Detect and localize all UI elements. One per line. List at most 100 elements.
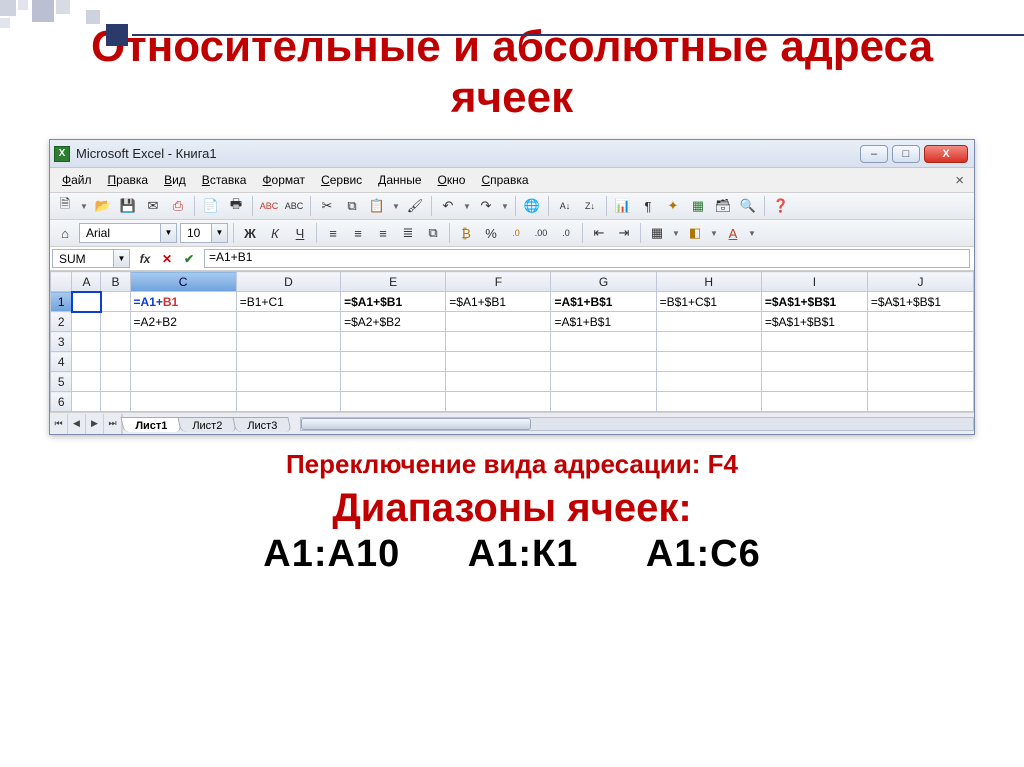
- cell[interactable]: [72, 332, 101, 352]
- increase-indent-icon[interactable]: ⇥: [613, 222, 635, 244]
- cell[interactable]: [656, 372, 761, 392]
- cell[interactable]: [551, 332, 656, 352]
- cell[interactable]: [72, 392, 101, 412]
- cell[interactable]: [761, 352, 867, 372]
- cell[interactable]: [446, 372, 551, 392]
- cell[interactable]: [130, 332, 236, 352]
- cell[interactable]: [551, 352, 656, 372]
- show-nonprinting-icon[interactable]: ¶: [637, 195, 659, 217]
- cell-F1[interactable]: =$A1+$B1: [446, 292, 551, 312]
- menu-help[interactable]: Справка: [473, 171, 536, 189]
- tab-nav-next-icon[interactable]: ▶: [86, 414, 104, 434]
- cell-F2[interactable]: [446, 312, 551, 332]
- cell[interactable]: [101, 352, 130, 372]
- align-left-icon[interactable]: ≡: [322, 222, 344, 244]
- cell[interactable]: [130, 352, 236, 372]
- tab-nav-prev-icon[interactable]: ◀: [68, 414, 86, 434]
- underline-icon[interactable]: Ч: [289, 222, 311, 244]
- cut-icon[interactable]: ✂: [316, 195, 338, 217]
- sheet-tab-1[interactable]: Лист1: [120, 417, 181, 432]
- cell-E1[interactable]: =$A1+$B1: [341, 292, 446, 312]
- cell-E2[interactable]: =$A2+$B2: [341, 312, 446, 332]
- mail-icon[interactable]: ✉: [142, 195, 164, 217]
- cell[interactable]: [656, 332, 761, 352]
- scrollbar-thumb[interactable]: [301, 418, 531, 430]
- cell[interactable]: [761, 372, 867, 392]
- col-header-B[interactable]: B: [101, 272, 130, 292]
- col-header-I[interactable]: I: [761, 272, 867, 292]
- cell[interactable]: [236, 372, 340, 392]
- maximize-button[interactable]: □: [892, 145, 920, 163]
- gallery-icon[interactable]: ▦: [687, 195, 709, 217]
- cell[interactable]: [446, 332, 551, 352]
- open-icon[interactable]: 📂: [92, 195, 114, 217]
- chevron-down-icon[interactable]: ▼: [160, 224, 176, 242]
- cell-D2[interactable]: [236, 312, 340, 332]
- menu-insert[interactable]: Вставка: [194, 171, 255, 189]
- cell-C2[interactable]: =A2+B2: [130, 312, 236, 332]
- cell-B1[interactable]: [101, 292, 130, 312]
- print-icon[interactable]: 🖶: [225, 195, 247, 217]
- spellcheck-abc-icon[interactable]: ABC: [258, 195, 280, 217]
- undo-dropdown-icon[interactable]: ▼: [462, 202, 472, 211]
- row-header-5[interactable]: 5: [51, 372, 72, 392]
- cell[interactable]: [761, 392, 867, 412]
- cell[interactable]: [130, 392, 236, 412]
- new-dropdown-icon[interactable]: ▼: [79, 202, 89, 211]
- cell[interactable]: [341, 352, 446, 372]
- cell[interactable]: [72, 372, 101, 392]
- paste-dropdown-icon[interactable]: ▼: [391, 202, 401, 211]
- cell[interactable]: [867, 332, 973, 352]
- sheet-tab-2[interactable]: Лист2: [178, 417, 237, 432]
- help-icon[interactable]: ❓: [770, 195, 792, 217]
- decimal-format-icon[interactable]: .0: [505, 222, 527, 244]
- menu-file[interactable]: Файл: [54, 171, 100, 189]
- row-header-2[interactable]: 2: [51, 312, 72, 332]
- currency-icon[interactable]: ₿: [455, 222, 477, 244]
- cell[interactable]: [236, 332, 340, 352]
- minimize-button[interactable]: –: [860, 145, 888, 163]
- sort-desc-icon[interactable]: Z↓: [579, 195, 601, 217]
- align-justify-icon[interactable]: ≣: [397, 222, 419, 244]
- cell[interactable]: [867, 392, 973, 412]
- align-right-icon[interactable]: ≡: [372, 222, 394, 244]
- formula-input[interactable]: =A1+B1: [204, 249, 970, 268]
- horizontal-scrollbar[interactable]: [300, 417, 974, 431]
- zoom-icon[interactable]: 🔍: [737, 195, 759, 217]
- borders-dropdown-icon[interactable]: ▼: [671, 229, 681, 238]
- cell-D1[interactable]: =B1+C1: [236, 292, 340, 312]
- font-name-select[interactable]: Arial ▼: [79, 223, 177, 243]
- redo-icon[interactable]: ↷: [475, 195, 497, 217]
- col-header-D[interactable]: D: [236, 272, 340, 292]
- cell[interactable]: [101, 372, 130, 392]
- cell[interactable]: [867, 352, 973, 372]
- cell-J1[interactable]: =$A$1+$B$1: [867, 292, 973, 312]
- undo-icon[interactable]: ↶: [437, 195, 459, 217]
- cell[interactable]: [341, 332, 446, 352]
- col-header-F[interactable]: F: [446, 272, 551, 292]
- name-box[interactable]: SUM ▼: [52, 249, 130, 268]
- decrease-indent-icon[interactable]: ⇤: [588, 222, 610, 244]
- cell[interactable]: [656, 352, 761, 372]
- navigator-icon[interactable]: ✦: [662, 195, 684, 217]
- cell[interactable]: [72, 352, 101, 372]
- col-header-G[interactable]: G: [551, 272, 656, 292]
- col-header-J[interactable]: J: [867, 272, 973, 292]
- borders-icon[interactable]: ▦: [646, 222, 668, 244]
- bold-icon[interactable]: Ж: [239, 222, 261, 244]
- remove-decimal-icon[interactable]: .0: [555, 222, 577, 244]
- col-header-E[interactable]: E: [341, 272, 446, 292]
- font-color-icon[interactable]: A: [722, 222, 744, 244]
- select-all-corner[interactable]: [51, 272, 72, 292]
- menu-format[interactable]: Формат: [254, 171, 313, 189]
- chart-icon[interactable]: 📊: [612, 195, 634, 217]
- fill-color-icon[interactable]: ◧: [684, 222, 706, 244]
- redo-dropdown-icon[interactable]: ▼: [500, 202, 510, 211]
- tab-nav-first-icon[interactable]: ⏮: [50, 414, 68, 434]
- tab-nav-last-icon[interactable]: ⏭: [104, 414, 122, 434]
- datasources-icon[interactable]: 🗃: [712, 195, 734, 217]
- cell[interactable]: [236, 352, 340, 372]
- cell-H1[interactable]: =B$1+C$1: [656, 292, 761, 312]
- new-doc-icon[interactable]: 🗎: [54, 195, 76, 217]
- cell[interactable]: [341, 392, 446, 412]
